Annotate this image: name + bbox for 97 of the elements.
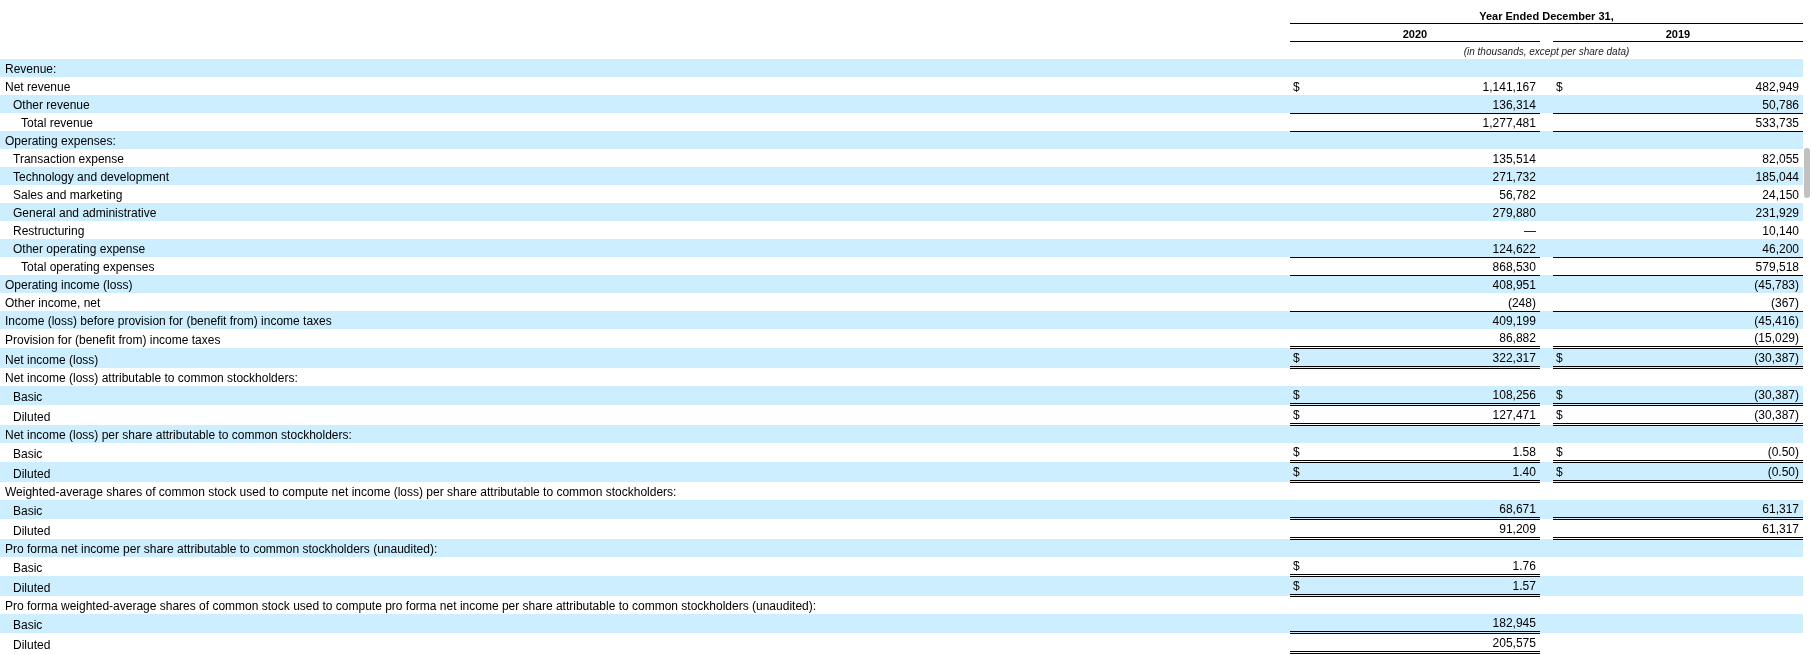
amount: 56,782 [1499, 188, 1536, 202]
row-label: Basic [13, 446, 43, 461]
row-label: Operating income (loss) [5, 278, 133, 292]
amount: 1.58 [1512, 445, 1536, 459]
column-group-heading: Year Ended December 31, [1479, 10, 1614, 22]
scrollbar-thumb[interactable] [1804, 148, 1810, 198]
row-label: Diluted [13, 409, 51, 424]
row-label: Diluted [13, 523, 51, 538]
column-heading: 2020 [1402, 28, 1428, 40]
row-label: Diluted [13, 466, 51, 481]
amount: (45,783) [1754, 278, 1799, 292]
row-label: Pro forma weighted-average shares of common stock used to compute pro forma net income per share attributable to common stockholders (unaudited): [5, 599, 817, 613]
row-label: Net income (loss) [5, 352, 99, 367]
currency-sign: $ [1292, 445, 1300, 459]
amount: 108,256 [1492, 388, 1536, 402]
amount: 322,317 [1492, 351, 1536, 365]
amount: 135,514 [1492, 152, 1536, 166]
amount: 82,055 [1762, 152, 1799, 166]
amount: 1.57 [1512, 579, 1536, 593]
row-label: Basic [13, 503, 43, 518]
units-note: (in thousands, except per share data) [1463, 46, 1630, 57]
row-label: Transaction expense [13, 152, 124, 166]
amount: 91,209 [1499, 522, 1536, 536]
row-label: Other revenue [13, 98, 90, 112]
amount: 1.76 [1512, 559, 1536, 573]
amount: 10,140 [1762, 224, 1799, 238]
amount: 1.40 [1512, 465, 1536, 479]
row-label: Net income (loss) per share attributable to common stockholders: [5, 428, 352, 442]
amount: 408,951 [1492, 278, 1536, 292]
amount: 50,786 [1762, 97, 1799, 112]
amount: (15,029) [1754, 331, 1799, 345]
row-label: Other operating expense [13, 242, 146, 256]
column-heading: 2019 [1665, 28, 1691, 40]
row-label: Net revenue [5, 80, 71, 94]
amount: 124,622 [1492, 241, 1536, 256]
currency-sign: $ [1292, 80, 1300, 94]
amount: 868,530 [1492, 259, 1536, 274]
amount: (0.50) [1767, 465, 1799, 479]
amount: 127,471 [1492, 408, 1536, 422]
amount: 533,735 [1755, 115, 1799, 130]
amount: 136,314 [1492, 97, 1536, 112]
amount: 231,929 [1755, 206, 1799, 220]
amount: (30,387) [1754, 351, 1799, 365]
amount: (0.50) [1767, 445, 1799, 459]
currency-sign: $ [1555, 445, 1563, 459]
row-label: General and administrative [13, 206, 157, 220]
amount: 61,317 [1762, 522, 1799, 536]
amount: 1,277,481 [1482, 115, 1536, 130]
amount: 185,044 [1755, 170, 1799, 184]
currency-sign: $ [1292, 388, 1300, 402]
row-label: Other income, net [5, 296, 101, 310]
currency-sign: $ [1292, 579, 1300, 593]
currency-sign: $ [1555, 351, 1563, 365]
amount: 1,141,167 [1482, 80, 1536, 94]
amount: 579,518 [1755, 259, 1799, 274]
row-label: Provision for (benefit from) income taxes [5, 332, 221, 347]
amount: 409,199 [1492, 314, 1536, 328]
amount: 61,317 [1762, 502, 1799, 516]
row-label: Total operating expenses [21, 260, 155, 274]
currency-sign: $ [1555, 388, 1563, 402]
amount: 482,949 [1755, 80, 1799, 94]
amount: (367) [1771, 295, 1799, 310]
row-label: Net income (loss) attributable to common stockholders: [5, 371, 298, 385]
currency-sign: $ [1555, 465, 1563, 479]
amount: 86,882 [1499, 331, 1536, 345]
currency-sign: $ [1292, 465, 1300, 479]
amount: (45,416) [1754, 314, 1799, 328]
row-label: Income (loss) before provision for (benefit from) income taxes [5, 314, 332, 328]
row-label: Diluted [13, 637, 51, 652]
row-label: Pro forma net income per share attributable to common stockholders (unaudited): [5, 542, 438, 556]
row-label: Total revenue [21, 116, 94, 130]
currency-sign: $ [1555, 80, 1563, 94]
amount: — [1523, 224, 1536, 238]
amount: (248) [1507, 295, 1536, 310]
row-label: Basic [13, 389, 43, 404]
currency-sign: $ [1292, 559, 1300, 573]
row-label: Restructuring [13, 224, 85, 238]
currency-sign: $ [1292, 408, 1300, 422]
amount: 205,575 [1492, 636, 1536, 650]
amount: 46,200 [1762, 241, 1799, 256]
amount: (30,387) [1754, 388, 1799, 402]
row-label: Revenue: [5, 62, 57, 76]
row-label: Operating expenses: [5, 134, 116, 148]
row-label: Basic [13, 560, 43, 575]
row-label: Weighted-average shares of common stock used to compute net income (loss) per share attributable to common stockholders: [5, 485, 677, 499]
row-label: Basic [13, 617, 43, 632]
amount: 279,880 [1492, 206, 1536, 220]
row-label: Diluted [13, 580, 51, 595]
amount: 68,671 [1499, 502, 1536, 516]
amount: (30,387) [1754, 408, 1799, 422]
row-label: Sales and marketing [13, 188, 123, 202]
amount: 24,150 [1762, 188, 1799, 202]
currency-sign: $ [1292, 351, 1300, 365]
currency-sign: $ [1555, 408, 1563, 422]
amount: 271,732 [1492, 170, 1536, 184]
amount: 182,945 [1492, 616, 1536, 630]
row-label: Technology and development [13, 170, 170, 184]
